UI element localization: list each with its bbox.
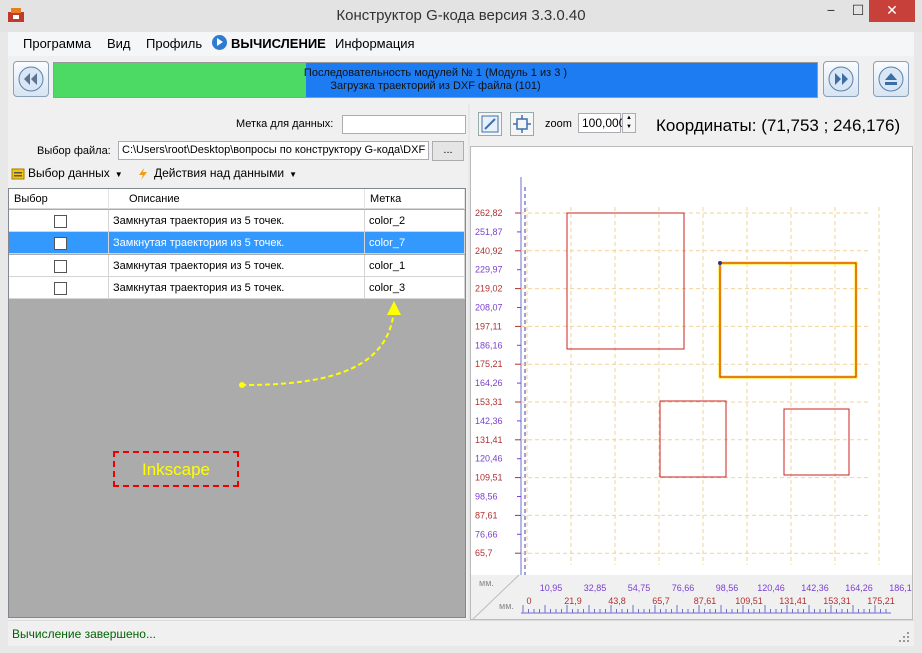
maximize-button[interactable]: ☐ (845, 0, 871, 22)
fit-to-screen-icon (513, 115, 531, 133)
x-tick-label: 21,9 (564, 596, 582, 606)
resize-grip-icon[interactable] (898, 631, 910, 643)
status-text: Вычисление завершено... (12, 627, 156, 641)
x-tick-label: 186,16 (889, 583, 913, 593)
rewind-icon (18, 66, 44, 92)
eject-button[interactable] (873, 61, 909, 97)
trajectory-color_7-highlight (718, 261, 858, 379)
x-tick-label: 65,7 (652, 596, 670, 606)
menu-calculation[interactable]: ВЫЧИСЛЕНИЕ (231, 36, 326, 51)
title-bar: Конструктор G-кода версия 3.3.0.40 − ☐ ✕ (0, 0, 922, 32)
coordinates-readout: Координаты: (71,753 ; 246,176) (656, 116, 901, 135)
unit-label-top: мм. (479, 578, 494, 588)
progress-bar: Последовательность модулей № 1 (Модуль 1… (53, 62, 818, 98)
data-select-icon (11, 168, 25, 180)
x-tick-label: 43,8 (608, 596, 626, 606)
y-tick-label: 208,07 (475, 303, 503, 313)
window-title: Конструктор G-кода версия 3.3.0.40 (336, 7, 586, 24)
zoom-stepper[interactable]: ▲ ▼ (622, 113, 636, 133)
menu-info[interactable]: Информация (335, 36, 415, 51)
x-tick-label: 0 (526, 596, 531, 606)
menu-view[interactable]: Вид (107, 36, 131, 51)
minimize-button[interactable]: − (818, 0, 844, 22)
y-tick-label: 76,66 (475, 529, 498, 539)
y-tick-label: 153,31 (475, 397, 503, 407)
trajectory-color_1 (659, 400, 727, 478)
x-tick-label: 32,85 (584, 583, 607, 593)
data-toolbar: Выбор данных ▼ Действия над данными ▼ (8, 162, 468, 186)
x-tick-label: 76,66 (672, 583, 695, 593)
y-tick-label: 251,87 (475, 227, 503, 237)
data-actions-label: Действия над данными (154, 166, 285, 180)
play-icon (212, 35, 227, 50)
status-bar: Вычисление завершено... (8, 620, 914, 646)
y-tick-label: 164,26 (475, 378, 503, 388)
x-tick-label: 87,61 (694, 596, 717, 606)
trajectory-color_7 (719, 262, 857, 378)
x-tick-label: 175,21 (867, 596, 895, 606)
x-tick-label: 153,31 (823, 596, 851, 606)
y-tick-label: 197,11 (475, 321, 502, 331)
left-panel: Метка для данных: Выбор файла: C:\Users\… (8, 104, 468, 620)
x-tick-label: 54,75 (628, 583, 651, 593)
y-tick-label: 262,82 (475, 208, 503, 218)
y-tick-label: 131,41 (475, 435, 503, 445)
y-tick-label: 229,97 (475, 265, 503, 275)
x-tick-label: 164,26 (845, 583, 873, 593)
zoom-label: zoom (545, 118, 572, 130)
trajectory-color_3 (783, 408, 850, 476)
y-tick-label: 87,61 (475, 510, 498, 520)
data-label-caption: Метка для данных: (236, 118, 334, 130)
chevron-down-icon: ▼ (114, 170, 123, 179)
x-tick-label: 109,51 (735, 596, 763, 606)
y-tick-label: 142,36 (475, 416, 503, 426)
file-select-caption: Выбор файла: (37, 145, 111, 157)
data-grid: Выбор Описание Метка Замкнутая траектори… (8, 188, 466, 618)
trajectory-color_2 (566, 212, 685, 350)
file-path-input[interactable]: C:\Users\root\Desktop\вопросы по констру… (118, 141, 429, 160)
y-tick-label: 240,92 (475, 246, 503, 256)
x-tick-label: 120,46 (757, 583, 785, 593)
chevron-down-icon: ▼ (289, 170, 297, 179)
drawing-canvas[interactable]: 262,82 240,92 219,02 197,11 175,21 153,31 131,… (470, 146, 913, 620)
pencil-icon (481, 115, 499, 133)
select-data-dropdown[interactable]: Выбор данных ▼ (28, 166, 123, 180)
x-tick-label: 98,56 (716, 583, 739, 593)
menu-profile[interactable]: Профиль (146, 36, 202, 51)
y-tick-label: 109,51 (475, 473, 503, 483)
plot-area[interactable]: 262,82 240,92 219,02 197,11 175,21 153,31 131,… (471, 147, 913, 620)
x-tick-label: 197,11 (912, 596, 913, 606)
progress-line-2: Загрузка траекторий из DXF файла (101) (330, 80, 541, 92)
y-tick-label: 65,7 (475, 548, 493, 558)
unit-label-bottom: мм. (499, 601, 514, 611)
previous-button[interactable] (13, 61, 49, 97)
y-tick-label: 120,46 (475, 454, 503, 464)
browse-button[interactable]: ... (432, 141, 464, 161)
y-tick-label: 98,56 (475, 492, 498, 502)
zoom-input[interactable]: 100,000 (578, 113, 625, 133)
y-tick-label: 175,21 (475, 359, 503, 369)
annotation-arrow (239, 301, 401, 388)
edit-button[interactable] (478, 112, 502, 136)
select-data-label: Выбор данных (28, 166, 110, 180)
close-button[interactable]: ✕ (869, 0, 915, 22)
progress-area: Последовательность модулей № 1 (Модуль 1… (8, 56, 914, 104)
data-actions-dropdown[interactable]: Действия над данными ▼ (154, 166, 297, 180)
menu-bar: Программа Вид Профиль ВЫЧИСЛЕНИЕ Информа… (8, 32, 914, 56)
menu-program[interactable]: Программа (23, 36, 91, 51)
x-tick-label: 142,36 (801, 583, 829, 593)
y-tick-label: 219,02 (475, 284, 503, 294)
x-tick-label: 131,41 (779, 596, 807, 606)
fit-view-button[interactable] (510, 112, 534, 136)
progress-line-1: Последовательность модулей № 1 (Модуль 1… (303, 67, 568, 79)
right-panel: zoom 100,000 ▲ ▼ Координаты: (71,753 ; 24… (470, 104, 914, 620)
lightning-icon (139, 168, 147, 180)
data-label-input[interactable] (342, 115, 466, 134)
start-point-marker (718, 261, 722, 265)
y-tick-label: 186,16 (475, 340, 503, 350)
fast-forward-icon (828, 66, 854, 92)
eject-icon (878, 66, 904, 92)
next-button[interactable] (823, 61, 859, 97)
x-tick-label: 10,95 (540, 583, 563, 593)
